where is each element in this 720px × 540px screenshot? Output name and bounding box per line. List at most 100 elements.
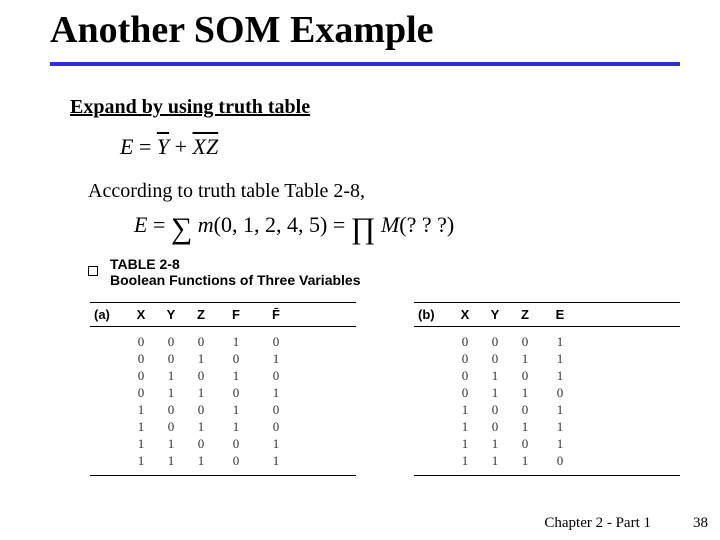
cell: 0	[156, 350, 186, 367]
row-lead	[90, 350, 126, 367]
row-lead	[414, 333, 450, 350]
prod-icon: ∏	[351, 212, 376, 245]
cell: 0	[186, 435, 216, 452]
cell: 1	[450, 452, 480, 469]
cell: 1	[156, 452, 186, 469]
col-y: Y	[480, 307, 510, 322]
cell: 1	[510, 384, 540, 401]
cell: 0	[186, 333, 216, 350]
row-lead	[414, 452, 450, 469]
col-x: X	[450, 307, 480, 322]
cell: 0	[156, 418, 186, 435]
cell: 1	[156, 435, 186, 452]
cell: 0	[126, 350, 156, 367]
cell: 1	[216, 418, 256, 435]
cell: 0	[186, 401, 216, 418]
cell: 1	[126, 452, 156, 469]
table-caption-line2: Boolean Functions of Three Variables	[110, 272, 361, 288]
eq1-ybar: Y	[157, 134, 169, 159]
cell: 0	[156, 401, 186, 418]
cell: 1	[540, 418, 580, 435]
cell: 0	[216, 350, 256, 367]
cell: 1	[450, 401, 480, 418]
table-row: 0101	[414, 367, 680, 384]
table-caption-line1: TABLE 2-8	[110, 256, 361, 272]
table-a-label: (a)	[90, 307, 126, 322]
cell: 1	[510, 418, 540, 435]
cell: 1	[186, 452, 216, 469]
cell: 1	[480, 384, 510, 401]
cell: 0	[256, 333, 296, 350]
subheading: Expand by using truth table	[70, 96, 310, 119]
cell: 1	[216, 367, 256, 384]
table-b-header: (b) X Y Z E	[414, 302, 680, 327]
col-z: Z	[510, 307, 540, 322]
slide-title: Another SOM Example	[50, 8, 434, 52]
cell: 1	[540, 435, 580, 452]
cell: 1	[450, 418, 480, 435]
cell: 1	[540, 401, 580, 418]
sum-icon: ∑	[171, 212, 192, 245]
row-lead	[414, 435, 450, 452]
row-lead	[90, 401, 126, 418]
cell: 0	[480, 350, 510, 367]
footer-page: 38	[693, 515, 708, 532]
cell: 0	[540, 452, 580, 469]
body-line: According to truth table Table 2-8,	[88, 180, 365, 203]
table-row: 11101	[90, 452, 356, 469]
title-underline	[50, 62, 680, 66]
col-z: Z	[186, 307, 216, 322]
cell: 0	[126, 367, 156, 384]
row-lead	[414, 367, 450, 384]
table-row: 10010	[90, 401, 356, 418]
cell: 1	[256, 350, 296, 367]
cell: 0	[450, 367, 480, 384]
eq2-lhs: E	[134, 212, 147, 237]
bullet-square-icon	[88, 266, 98, 276]
cell: 1	[126, 418, 156, 435]
eq2-args: (0, 1, 2, 4, 5)	[214, 212, 328, 237]
cell: 0	[510, 435, 540, 452]
table-row: 1011	[414, 418, 680, 435]
table-row: 01101	[90, 384, 356, 401]
table-row: 1101	[414, 435, 680, 452]
cell: 0	[216, 384, 256, 401]
cell: 1	[256, 384, 296, 401]
truth-tables: (a) X Y Z F F̄ 0001000101010100110110010…	[90, 302, 680, 482]
cell: 1	[256, 435, 296, 452]
cell: 0	[510, 333, 540, 350]
table-row: 0110	[414, 384, 680, 401]
table-a-body: 0001000101010100110110010101101100111101	[90, 327, 356, 482]
cell: 1	[156, 384, 186, 401]
cell: 1	[480, 367, 510, 384]
cell: 0	[450, 350, 480, 367]
slide-footer: Chapter 2 - Part 1 38	[0, 515, 708, 532]
cell: 0	[450, 384, 480, 401]
col-f: F	[216, 307, 256, 322]
cell: 1	[126, 435, 156, 452]
col-fbar: F̄	[256, 307, 296, 322]
cell: 1	[540, 333, 580, 350]
cell: 0	[186, 367, 216, 384]
cell: 1	[156, 367, 186, 384]
table-row: 10110	[90, 418, 356, 435]
cell: 1	[216, 333, 256, 350]
cell: 1	[256, 452, 296, 469]
table-row: 0001	[414, 333, 680, 350]
table-a: (a) X Y Z F F̄ 0001000101010100110110010…	[90, 302, 356, 482]
table-row: 0011	[414, 350, 680, 367]
cell: 1	[480, 435, 510, 452]
table-row: 1001	[414, 401, 680, 418]
eq1-xzbar: XZ	[193, 134, 219, 159]
cell: 0	[256, 401, 296, 418]
cell: 0	[126, 384, 156, 401]
eq2-eq1: =	[153, 212, 165, 237]
cell: 1	[126, 401, 156, 418]
eq1-equals: =	[139, 134, 151, 159]
eq1-plus: +	[175, 134, 187, 159]
table-b-label: (b)	[414, 307, 450, 322]
cell: 0	[510, 367, 540, 384]
col-e: E	[540, 307, 580, 322]
equation-2: E = ∑ m(0, 1, 2, 4, 5) = ∏ M(? ? ?)	[134, 212, 454, 246]
cell: 1	[186, 350, 216, 367]
